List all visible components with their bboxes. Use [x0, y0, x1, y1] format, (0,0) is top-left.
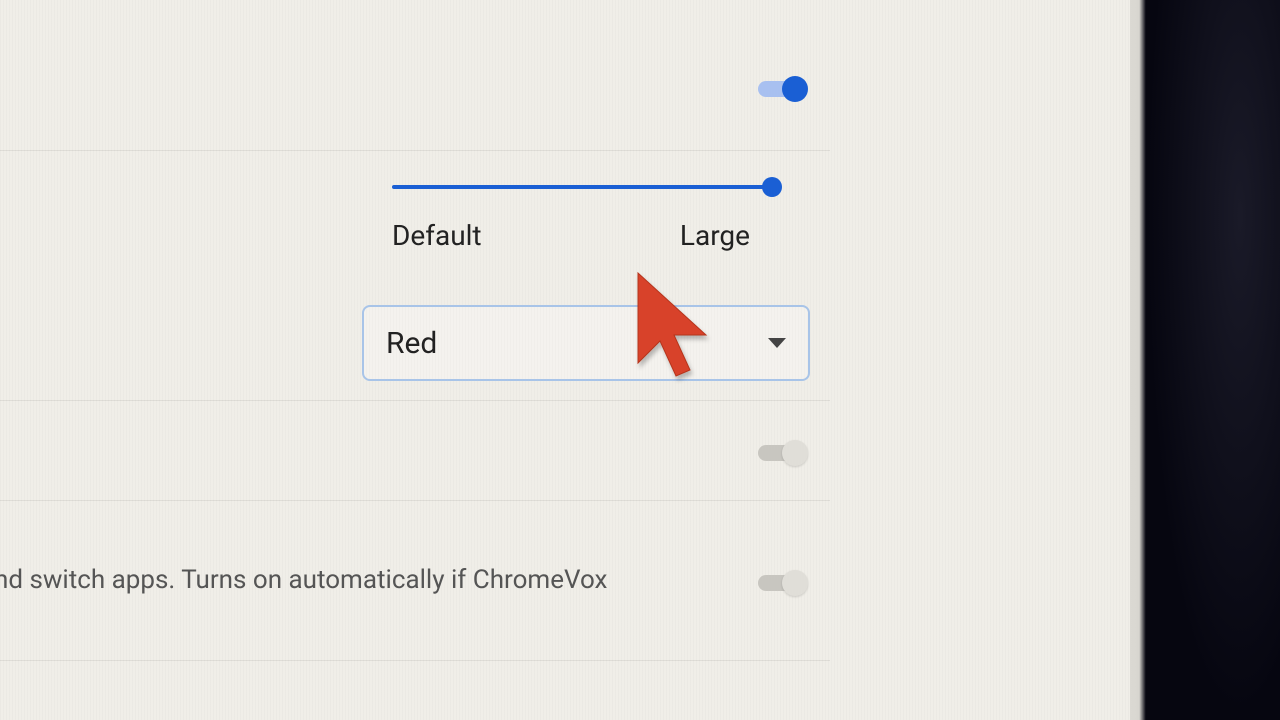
divider	[0, 150, 830, 151]
cursor-color-dropdown[interactable]: Red	[362, 305, 810, 381]
dropdown-selected-value: Red	[386, 326, 437, 361]
setting-toggle-2[interactable]	[758, 440, 808, 466]
toggle-thumb	[782, 76, 808, 102]
divider	[0, 400, 830, 401]
cursor-size-slider[interactable]: Default Large	[392, 185, 782, 252]
toggle-thumb	[782, 570, 808, 596]
setting-toggle-3[interactable]	[758, 570, 808, 596]
large-mouse-cursor-toggle[interactable]	[758, 76, 808, 102]
slider-labels: Default Large	[392, 219, 782, 252]
slider-max-label: Large	[680, 219, 750, 252]
slider-thumb[interactable]	[762, 177, 782, 197]
divider	[0, 500, 830, 501]
accessibility-settings-panel: Default Large Red nd switch apps. Turns …	[0, 0, 1130, 720]
slider-track	[392, 185, 774, 189]
slider-min-label: Default	[392, 219, 482, 252]
screen-bezel	[1146, 0, 1280, 720]
toggle-thumb	[782, 440, 808, 466]
divider	[0, 660, 830, 661]
setting-description-partial: nd switch apps. Turns on automatically i…	[0, 565, 607, 595]
chevron-down-icon	[768, 338, 786, 348]
